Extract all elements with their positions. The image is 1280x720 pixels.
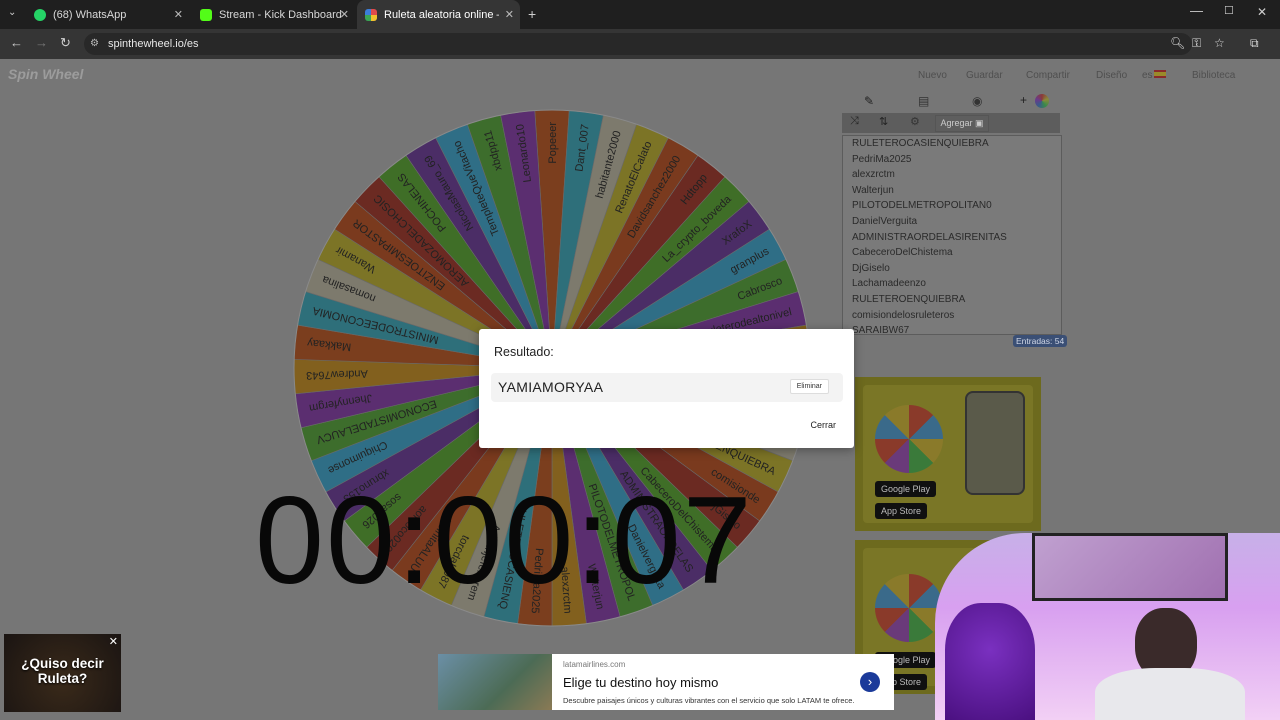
tab-title: Ruleta aleatoria online – ruleta	[384, 8, 499, 21]
new-tab-icon[interactable]: +	[528, 6, 536, 22]
close-window-icon[interactable]: ✕	[1257, 5, 1267, 19]
language-link[interactable]: es	[1142, 70, 1153, 81]
shuffle-icon[interactable]: ⤨	[850, 115, 859, 128]
add-plus-icon[interactable]: +	[1020, 93, 1027, 107]
entry-item[interactable]: Walterjun	[843, 183, 1061, 199]
url-field[interactable]: ⚙ spinthewheel.io/es	[84, 33, 1192, 55]
tab-ruleta[interactable]: Ruleta aleatoria online – ruleta ✕	[357, 0, 520, 29]
close-icon[interactable]: ✕	[340, 8, 349, 21]
entry-item[interactable]: alexzrctm	[843, 167, 1061, 183]
result-dialog: Resultado: YAMIAMORYAA Eliminar Cerrar	[479, 329, 854, 448]
wheel-favicon-icon	[365, 8, 377, 21]
entries-count-badge: Entradas: 54	[1013, 335, 1068, 347]
settings-gear-icon[interactable]: ⚙	[910, 115, 920, 128]
app-ad-banner[interactable]: Google Play App Store	[855, 377, 1041, 531]
entry-item[interactable]: RULETEROENQUIEBRA	[843, 292, 1061, 308]
webcam-overlay	[935, 533, 1280, 720]
entry-item[interactable]: PILOTODELMETROPOLITAN0	[843, 198, 1061, 214]
result-box: YAMIAMORYAA Eliminar	[491, 373, 843, 402]
close-button[interactable]: Cerrar	[810, 420, 836, 430]
ad-artwork: Google Play App Store	[863, 385, 1033, 523]
ruleta-ad-text: ¿Quiso decir Ruleta?	[21, 656, 104, 686]
phone-graphic-icon	[965, 391, 1025, 495]
remove-button[interactable]: Eliminar	[789, 379, 829, 394]
entry-item[interactable]: RULETEROCASIENQUIEBRA	[843, 136, 1061, 152]
ad-headline: Elige tu destino hoy mismo	[563, 675, 719, 690]
save-link[interactable]: Guardar	[966, 70, 1003, 81]
site-info-icon[interactable]: ⚙	[90, 33, 99, 55]
results-list-icon[interactable]: ▤	[918, 94, 929, 108]
color-palette-icon[interactable]	[1035, 94, 1049, 108]
ad-description: Descubre paisajes únicos y culturas vibr…	[563, 696, 855, 705]
ad-landscape-image	[438, 654, 552, 710]
edit-pencil-icon[interactable]: ✎	[864, 94, 874, 108]
entry-item[interactable]: CabeceroDelChistema	[843, 245, 1061, 261]
close-icon[interactable]: ✕	[109, 635, 118, 648]
entry-item[interactable]: SARAIBW67	[843, 323, 1061, 334]
winner-name: YAMIAMORYAA	[498, 379, 604, 395]
ad-domain: latamairlines.com	[563, 660, 626, 669]
zoom-icon[interactable]: 🔍︎	[1170, 36, 1185, 50]
whatsapp-icon	[34, 8, 46, 21]
entry-item[interactable]: ADMINISTRAORDELASIRENITAS	[843, 230, 1061, 246]
entry-item[interactable]: comisiondelosruleteros	[843, 308, 1061, 324]
wheel-graphic-icon	[875, 405, 943, 473]
close-icon[interactable]: ✕	[174, 8, 183, 21]
library-link[interactable]: Biblioteca	[1192, 70, 1235, 81]
entry-item[interactable]: DanielVerguita	[843, 214, 1061, 230]
minimize-icon[interactable]: —	[1190, 3, 1203, 18]
add-label: Agregar	[940, 118, 973, 128]
wheel-label: Popeeer	[547, 122, 559, 164]
maximize-icon[interactable]: ☐	[1224, 4, 1234, 17]
sort-icon[interactable]: ⇅	[879, 115, 888, 128]
countdown-timer: 00:00:07	[255, 472, 754, 610]
url-text: spinthewheel.io/es	[108, 38, 199, 50]
tab-title: Stream - Kick Dashboard	[219, 8, 342, 21]
bookmark-star-icon[interactable]: ☆	[1214, 36, 1225, 50]
add-image-button[interactable]: Agregar ▣	[935, 115, 989, 132]
hide-eye-icon[interactable]: ◉	[972, 94, 982, 108]
tab-search-icon[interactable]: ⌄	[8, 7, 16, 18]
forward-icon[interactable]: →	[35, 35, 48, 50]
back-icon[interactable]: ←	[10, 35, 23, 50]
kick-icon	[200, 8, 212, 21]
chevron-right-icon[interactable]: ›	[860, 672, 880, 692]
close-icon[interactable]: ✕	[505, 8, 514, 21]
wall-picture	[1032, 533, 1228, 601]
extensions-icon[interactable]: ⧉	[1250, 36, 1259, 51]
tab-title: (68) WhatsApp	[53, 8, 127, 21]
panel-toolbar: ⤨ ⇅ ⚙ Agregar ▣	[842, 113, 1060, 133]
address-bar-row: ← → ↻ ⚙ spinthewheel.io/es 🔍︎ ⚿ ☆ ⧉	[0, 29, 1280, 59]
password-key-icon[interactable]: ⚿	[1192, 36, 1201, 51]
tab-whatsapp[interactable]: (68) WhatsApp ✕	[26, 0, 189, 29]
entries-textarea[interactable]: RULETEROCASIENQUIEBRA PedriMa2025 alexzrct…	[842, 135, 1062, 335]
person-body	[1095, 668, 1245, 720]
reload-icon[interactable]: ↻	[60, 35, 71, 51]
wheel-label: Andrew7643	[306, 367, 368, 381]
dialog-title: Resultado:	[494, 345, 554, 359]
tab-kick-dashboard[interactable]: Stream - Kick Dashboard ✕	[192, 0, 355, 29]
new-link[interactable]: Nuevo	[918, 70, 947, 81]
spain-flag-icon	[1154, 70, 1166, 78]
share-link[interactable]: Compartir	[1026, 70, 1070, 81]
wheel-graphic-icon	[875, 574, 943, 642]
latam-ad-banner[interactable]: latamairlines.com Elige tu destino hoy m…	[438, 654, 894, 710]
google-play-badge: Google Play	[875, 481, 937, 497]
entry-item[interactable]: PedriMa2025	[843, 152, 1061, 168]
ruleta-ad[interactable]: ✕ ¿Quiso decir Ruleta?	[4, 634, 121, 712]
entry-item[interactable]: DjGiselo	[843, 261, 1061, 277]
design-link[interactable]: Diseño	[1096, 70, 1127, 81]
plant-decoration	[945, 603, 1035, 720]
spinwheel-logo[interactable]: Spin Wheel	[8, 66, 83, 82]
panel-tabs: ✎ ▤ ◉ +	[842, 91, 1060, 113]
browser-tab-bar: ⌄ (68) WhatsApp ✕ Stream - Kick Dashboar…	[0, 0, 1280, 29]
entry-item[interactable]: Lachamadeenzo	[843, 276, 1061, 292]
app-store-badge: App Store	[875, 503, 928, 519]
